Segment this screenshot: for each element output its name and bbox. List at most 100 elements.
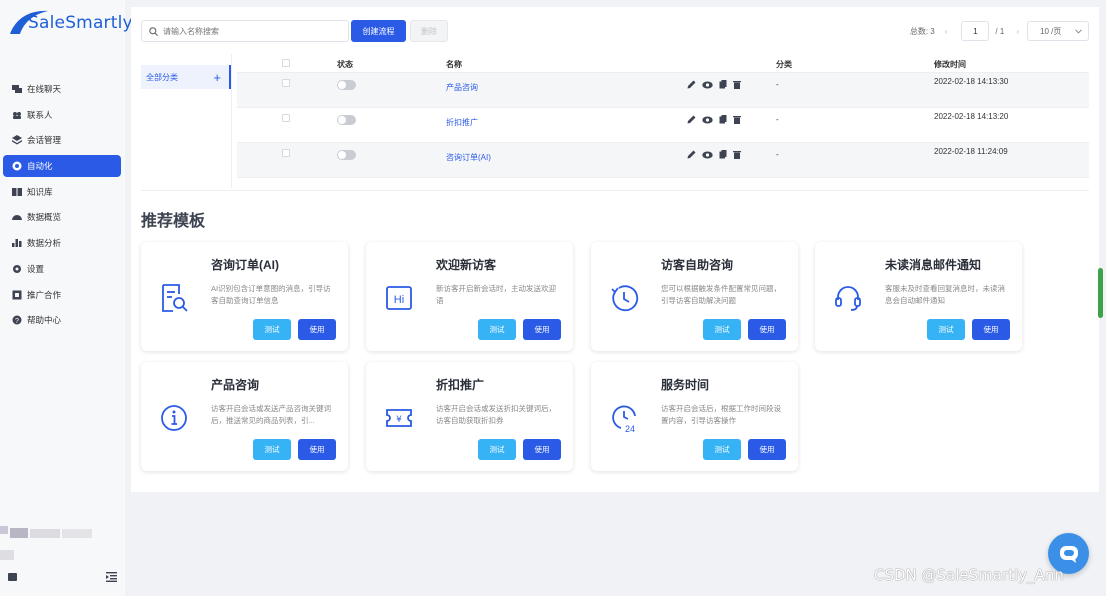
row-checkbox[interactable] <box>282 114 290 122</box>
test-button[interactable]: 测试 <box>703 319 741 340</box>
chat-bubble-icon <box>1059 545 1078 563</box>
sidebar: SaleSmartly 在线聊天 联系人 会话管理 自动化 知识库 数据概览 数… <box>0 0 133 596</box>
delete-icon[interactable] <box>733 80 741 89</box>
add-category-icon[interactable]: + <box>213 70 221 85</box>
test-button[interactable]: 测试 <box>927 319 965 340</box>
category-panel: 全部分类 + <box>141 65 231 190</box>
sidebar-item-label: 知识库 <box>27 186 53 197</box>
toolbar: 创建流程 删除 总数: 3 ‹ 1 / 1 › 10 /页 <box>141 20 1089 42</box>
layers-icon <box>12 135 22 145</box>
flow-name-link[interactable]: 产品咨询 <box>446 82 478 93</box>
use-button[interactable]: 使用 <box>523 319 561 340</box>
template-card: 欢迎新访客 Hi 新访客开启新会话时，主动发送欢迎语 测试 使用 <box>366 242 573 351</box>
use-button[interactable]: 使用 <box>748 319 786 340</box>
view-eye-icon[interactable] <box>702 151 713 159</box>
copy-icon[interactable] <box>719 150 727 159</box>
header-modified: 修改时间 <box>934 60 966 69</box>
status-toggle[interactable] <box>337 115 356 125</box>
apps-icon[interactable] <box>8 573 17 581</box>
sidebar-item-sessions[interactable]: 会话管理 <box>3 129 121 151</box>
coupon-icon: ¥ <box>386 409 412 427</box>
sidebar-item-overview[interactable]: 数据概览 <box>3 206 121 228</box>
row-category: - <box>776 150 779 159</box>
delete-button[interactable]: 删除 <box>410 20 448 42</box>
chevron-down-icon <box>1075 28 1082 34</box>
create-flow-button[interactable]: 创建流程 <box>351 20 406 42</box>
test-button[interactable]: 测试 <box>478 439 516 460</box>
sidebar-item-label: 数据概览 <box>27 212 62 223</box>
sidebar-item-label: 帮助中心 <box>27 315 62 326</box>
row-actions <box>687 80 741 89</box>
gear-icon <box>13 264 21 273</box>
flow-name-link[interactable]: 折扣推广 <box>446 117 478 128</box>
sidebar-item-analytics[interactable]: 数据分析 <box>3 232 121 254</box>
use-button[interactable]: 使用 <box>298 319 336 340</box>
bar-chart-icon <box>12 239 22 248</box>
row-modified-time: 2022-02-18 14:13:30 <box>934 77 1009 86</box>
template-title: 未读消息邮件通知 <box>885 258 982 272</box>
automation-icon <box>12 161 22 171</box>
template-description: AI识别包含订单意图的消息，引导访客自助查询订单信息 <box>211 284 331 305</box>
row-checkbox[interactable] <box>282 79 290 87</box>
test-button[interactable]: 测试 <box>703 439 741 460</box>
use-button[interactable]: 使用 <box>523 439 561 460</box>
flow-name-link[interactable]: 咨询订单(AI) <box>446 152 491 163</box>
category-all[interactable]: 全部分类 + <box>141 65 231 89</box>
edit-icon[interactable] <box>687 80 696 89</box>
delete-icon[interactable] <box>733 115 741 124</box>
table-row[interactable]: 咨询订单(AI) - 2022-02-18 11:24:09 <box>237 143 1089 178</box>
table-row[interactable]: 产品咨询 - 2022-02-18 14:13:30 <box>237 73 1089 108</box>
user-profile-blurred[interactable] <box>0 526 96 562</box>
category-label: 全部分类 <box>146 72 178 82</box>
watermark: CSDN @SaleSmartly_Ann <box>874 566 1064 584</box>
copy-icon[interactable] <box>719 115 727 124</box>
delete-icon[interactable] <box>733 150 741 159</box>
template-card: 产品咨询 访客开启会话或发送产品咨询关键词后，推送常见的商品列表，引... 测试… <box>141 362 348 471</box>
view-eye-icon[interactable] <box>702 81 713 89</box>
template-description: 客服未及时查看回复消息时，未读消息会自动邮件通知 <box>885 284 1005 305</box>
use-button[interactable]: 使用 <box>972 319 1010 340</box>
headset-icon <box>835 286 861 311</box>
status-toggle[interactable] <box>337 80 356 90</box>
sidebar-item-automation[interactable]: 自动化 <box>3 155 121 178</box>
contacts-icon <box>13 111 21 119</box>
search-box[interactable] <box>141 20 349 42</box>
use-button[interactable]: 使用 <box>298 439 336 460</box>
edit-icon[interactable] <box>687 150 696 159</box>
status-toggle[interactable] <box>337 150 356 160</box>
header-category: 分类 <box>776 60 792 69</box>
page-size-select[interactable]: 10 /页 <box>1027 21 1089 41</box>
view-eye-icon[interactable] <box>702 116 713 124</box>
sidebar-item-chat[interactable]: 在线聊天 <box>3 78 121 100</box>
edit-icon[interactable] <box>687 115 696 124</box>
row-actions <box>687 150 741 159</box>
page-number-input[interactable]: 1 <box>961 21 990 41</box>
svg-text:¥: ¥ <box>396 415 402 425</box>
row-checkbox[interactable] <box>282 149 290 157</box>
brand-logo[interactable]: SaleSmartly <box>8 8 133 38</box>
row-category: - <box>776 80 779 89</box>
sidebar-item-knowledge[interactable]: 知识库 <box>3 181 121 203</box>
section-divider <box>141 190 1089 191</box>
next-page-icon[interactable]: › <box>1016 27 1019 36</box>
page-size-value: 10 /页 <box>1040 26 1062 36</box>
collapse-menu-icon[interactable] <box>106 572 117 582</box>
sidebar-item-contacts[interactable]: 联系人 <box>3 104 121 126</box>
scrollbar-thumb[interactable] <box>1098 268 1103 318</box>
search-input[interactable] <box>163 26 333 36</box>
select-all-checkbox[interactable] <box>282 59 290 67</box>
row-modified-time: 2022-02-18 14:13:20 <box>934 112 1009 121</box>
sidebar-item-settings[interactable]: 设置 <box>3 258 121 280</box>
test-button[interactable]: 测试 <box>253 439 291 460</box>
test-button[interactable]: 测试 <box>478 319 516 340</box>
row-actions <box>687 115 741 124</box>
use-button[interactable]: 使用 <box>748 439 786 460</box>
prev-page-icon[interactable]: ‹ <box>945 27 948 36</box>
copy-icon[interactable] <box>719 80 727 89</box>
sidebar-item-help[interactable]: ? 帮助中心 <box>3 309 121 331</box>
table-row[interactable]: 折扣推广 - 2022-02-18 14:13:20 <box>237 108 1089 143</box>
svg-text:24: 24 <box>625 424 635 434</box>
test-button[interactable]: 测试 <box>253 319 291 340</box>
template-description: 访客开启会话后，根据工作时间段设置内容，引导访客操作 <box>661 404 781 425</box>
sidebar-item-promotion[interactable]: 推广合作 <box>3 284 121 306</box>
